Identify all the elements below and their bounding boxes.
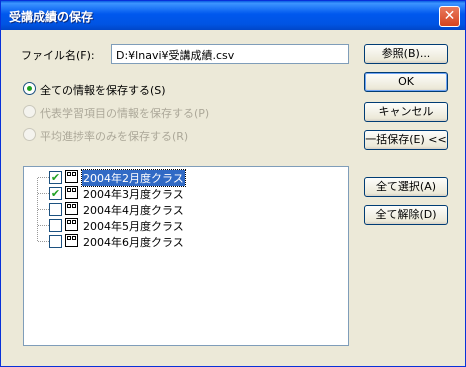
deselect-all-button[interactable]: 全て解除(D) [364,205,448,225]
class-item-label: 2004年4月度クラス [83,204,184,217]
radio-save-representative-label: 代表学習項目の情報を保存する(P) [40,107,210,120]
class-item[interactable]: ✔ 2004年2月度クラス [24,169,324,187]
ok-button[interactable]: OK [364,72,448,92]
checkbox-checked[interactable]: ✔ [49,187,62,200]
tree-branch [38,193,49,194]
class-icon [65,234,78,247]
class-item[interactable]: 2004年5月度クラス [24,217,324,233]
title-bar[interactable]: 受講成績の保存 ✕ [1,1,465,30]
class-item[interactable]: 2004年4月度クラス [24,201,324,217]
file-name-input[interactable]: D:¥lnavi¥受講成績.csv [111,44,349,64]
cancel-button[interactable]: キャンセル [364,102,448,122]
class-icon [65,170,78,183]
class-item-label: 2004年3月度クラス [83,188,184,201]
radio-disabled-icon [23,128,36,141]
tree-branch [38,225,49,226]
class-icon [65,186,78,199]
close-icon: ✕ [443,8,456,24]
tree-branch [38,209,49,210]
class-icon [65,218,78,231]
class-item[interactable]: 2004年6月度クラス [24,233,324,249]
class-icon [65,202,78,215]
checkbox-checked[interactable]: ✔ [49,171,62,184]
window-title: 受講成績の保存 [9,10,94,24]
class-item-label: 2004年2月度クラス [81,169,186,187]
tree-branch [38,241,49,242]
browse-button[interactable]: 参照(B)... [364,44,448,64]
tree-branch [38,177,49,178]
class-item-label: 2004年6月度クラス [83,236,184,249]
radio-save-all-label: 全ての情報を保存する(S) [40,84,166,97]
class-item-label: 2004年5月度クラス [83,220,184,233]
bulk-save-button[interactable]: 一括保存(E) << [364,130,448,150]
radio-save-average-label: 平均進捗率のみを保存する(R) [40,130,189,143]
class-item[interactable]: ✔ 2004年3月度クラス [24,185,324,201]
checkbox-unchecked[interactable] [49,203,62,216]
close-button[interactable]: ✕ [439,6,460,27]
radio-disabled-icon [23,105,36,118]
dialog-window: 受講成績の保存 ✕ ファイル名(F): D:¥lnavi¥受講成績.csv 参照… [0,0,466,367]
checkbox-unchecked[interactable] [49,235,62,248]
radio-selected-icon [23,82,36,95]
checkbox-unchecked[interactable] [49,219,62,232]
class-list[interactable]: ✔ 2004年2月度クラス ✔ 2004年3月度クラス 2004年4月度クラス … [23,166,349,346]
file-name-label: ファイル名(F): [21,49,95,62]
select-all-button[interactable]: 全て選択(A) [364,177,448,197]
